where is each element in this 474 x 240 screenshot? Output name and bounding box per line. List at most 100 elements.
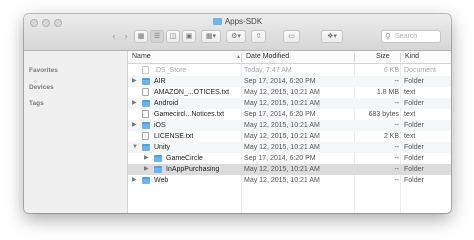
file-row[interactable]: ▶ iOS May 12, 2015, 10:21 AM -- Folder	[128, 120, 451, 131]
file-row[interactable]: ▶ AIR Sep 17, 2014, 6:20 PM -- Folder	[128, 76, 451, 87]
arrange-button[interactable]: ▦▾	[201, 30, 221, 43]
window-title: Apps-SDK	[24, 17, 451, 26]
file-kind: Folder	[404, 155, 424, 162]
icon-view-button[interactable]: ▦	[134, 30, 148, 43]
file-row[interactable]: LICENSE.txt May 12, 2015, 10:21 AM 2 KB tex…	[128, 131, 451, 142]
file-name: Unity	[154, 144, 170, 151]
file-date-modified: Today, 7:47 AM	[244, 67, 292, 74]
coverflow-view-button[interactable]: ▣	[182, 30, 196, 43]
file-date-modified: May 12, 2015, 10:21 AM	[244, 166, 320, 173]
folder-icon	[142, 144, 150, 151]
folder-icon	[142, 100, 150, 107]
file-date-modified: May 12, 2015, 10:21 AM	[244, 100, 320, 107]
search-icon: ⚲	[385, 32, 391, 41]
file-kind: Folder	[404, 177, 424, 184]
back-arrow-icon[interactable]: ‹	[108, 30, 120, 42]
file-kind: text	[404, 89, 416, 96]
folder-icon	[154, 155, 162, 162]
disclosure-triangle-icon[interactable]: ▶	[132, 120, 137, 131]
file-row[interactable]: ▶ InAppPurchasing May 12, 2015, 10:21 AM --…	[128, 164, 451, 175]
disclosure-triangle-icon[interactable]: ▶	[132, 76, 137, 87]
file-kind: Folder	[404, 78, 424, 85]
column-divider[interactable]	[400, 53, 401, 62]
document-icon	[142, 88, 149, 96]
file-row[interactable]: ▼ Unity May 12, 2015, 10:21 AM -- Folder	[128, 142, 451, 153]
file-name: LICENSE.txt	[154, 133, 194, 140]
file-row[interactable]: ▶ Android May 12, 2015, 10:21 AM -- Folder	[128, 98, 451, 109]
column-divider[interactable]	[354, 53, 355, 62]
document-icon	[142, 132, 149, 140]
column-view-button[interactable]: ◫	[166, 30, 180, 43]
sidebar-heading-tags[interactable]: Tags	[29, 100, 44, 107]
disclosure-triangle-icon[interactable]: ▶	[144, 153, 149, 164]
file-name: InAppPurchasing	[166, 166, 220, 173]
file-row[interactable]: ▶ GameCircle Sep 17, 2014, 6:20 PM -- Folder	[128, 153, 451, 164]
file-name: AIR	[154, 78, 166, 85]
folder-icon	[154, 166, 162, 173]
document-icon	[142, 66, 149, 74]
share-icon[interactable]: ⇧	[251, 30, 266, 43]
column-kind[interactable]: Kind	[405, 51, 419, 63]
column-size[interactable]: Size	[376, 51, 390, 63]
file-list: Name ▲ Date Modified Size Kind .DS_Store…	[128, 51, 451, 213]
folder-icon	[142, 177, 150, 184]
file-kind: Document	[404, 67, 436, 74]
file-kind: Folder	[404, 144, 424, 151]
column-divider[interactable]	[241, 53, 242, 62]
disclosure-triangle-icon[interactable]: ▶	[132, 175, 137, 186]
document-icon	[142, 110, 149, 118]
disclosure-open-icon[interactable]: ▼	[132, 142, 138, 153]
file-size: --	[394, 78, 399, 85]
file-size: 6 KB	[383, 67, 399, 74]
list-view-button[interactable]: ☰	[150, 30, 164, 43]
search-field[interactable]: ⚲	[381, 30, 441, 43]
file-kind: Folder	[404, 100, 424, 107]
file-name: Gamecircl...Notices.txt	[154, 111, 225, 118]
file-date-modified: May 12, 2015, 10:21 AM	[244, 89, 320, 96]
file-name: iOS	[154, 122, 166, 129]
file-size: --	[394, 144, 399, 151]
file-row[interactable]: ▶ Web May 12, 2015, 10:21 AM -- Folder	[128, 175, 451, 186]
file-size: 1.8 MB	[376, 89, 399, 96]
file-size: --	[394, 100, 399, 107]
disclosure-triangle-icon[interactable]: ▶	[132, 98, 137, 109]
window-title-text: Apps-SDK	[224, 17, 263, 26]
file-size: 683 bytes	[368, 111, 399, 118]
finder-window: Apps-SDK ‹ › ▦ ☰ ◫ ▣ ▦▾ ⚙▾ ⇧ ▭ ❖▾ ⚲ Favo…	[24, 14, 451, 213]
file-kind: Folder	[404, 166, 424, 173]
tag-icon[interactable]: ▭	[283, 30, 300, 43]
file-date-modified: May 12, 2015, 10:21 AM	[244, 133, 320, 140]
file-kind: text	[404, 111, 416, 118]
file-date-modified: May 12, 2015, 10:21 AM	[244, 122, 320, 129]
folder-icon	[142, 122, 150, 129]
file-size: --	[394, 122, 399, 129]
column-name[interactable]: Name	[132, 51, 151, 63]
folder-icon	[142, 78, 150, 85]
file-date-modified: Sep 17, 2014, 6:20 PM	[244, 111, 316, 118]
file-row[interactable]: .DS_Store Today, 7:47 AM 6 KB Document	[128, 65, 451, 76]
folder-icon	[212, 18, 222, 25]
file-name: AMAZON_...OTICES.txt	[154, 89, 230, 96]
sidebar-heading-devices[interactable]: Devices	[29, 84, 54, 91]
file-kind: text	[404, 133, 416, 140]
gear-icon[interactable]: ⚙▾	[226, 30, 246, 43]
file-date-modified: May 12, 2015, 10:21 AM	[244, 144, 320, 151]
file-row[interactable]: Gamecircl...Notices.txt Sep 17, 2014, 6:2…	[128, 109, 451, 120]
column-date-modified[interactable]: Date Modified	[246, 51, 289, 63]
forward-arrow-icon[interactable]: ›	[120, 30, 132, 42]
file-row[interactable]: AMAZON_...OTICES.txt May 12, 2015, 10:21 …	[128, 87, 451, 98]
column-header: Name ▲ Date Modified Size Kind	[128, 51, 451, 64]
sidebar-heading-favorites[interactable]: Favorites	[29, 67, 58, 74]
file-date-modified: May 12, 2015, 10:21 AM	[244, 177, 320, 184]
disclosure-triangle-icon[interactable]: ▶	[144, 164, 149, 175]
file-date-modified: Sep 17, 2014, 6:20 PM	[244, 155, 316, 162]
file-name: Android	[154, 100, 179, 107]
file-name: Web	[154, 177, 169, 184]
toolbar: Apps-SDK ‹ › ▦ ☰ ◫ ▣ ▦▾ ⚙▾ ⇧ ▭ ❖▾ ⚲	[24, 14, 451, 51]
file-size: --	[394, 177, 399, 184]
search-input[interactable]	[395, 32, 439, 41]
file-name: .DS_Store	[154, 67, 187, 74]
dropbox-icon[interactable]: ❖▾	[321, 30, 343, 43]
file-size: 2 KB	[383, 133, 399, 140]
file-name: GameCircle	[166, 155, 203, 162]
